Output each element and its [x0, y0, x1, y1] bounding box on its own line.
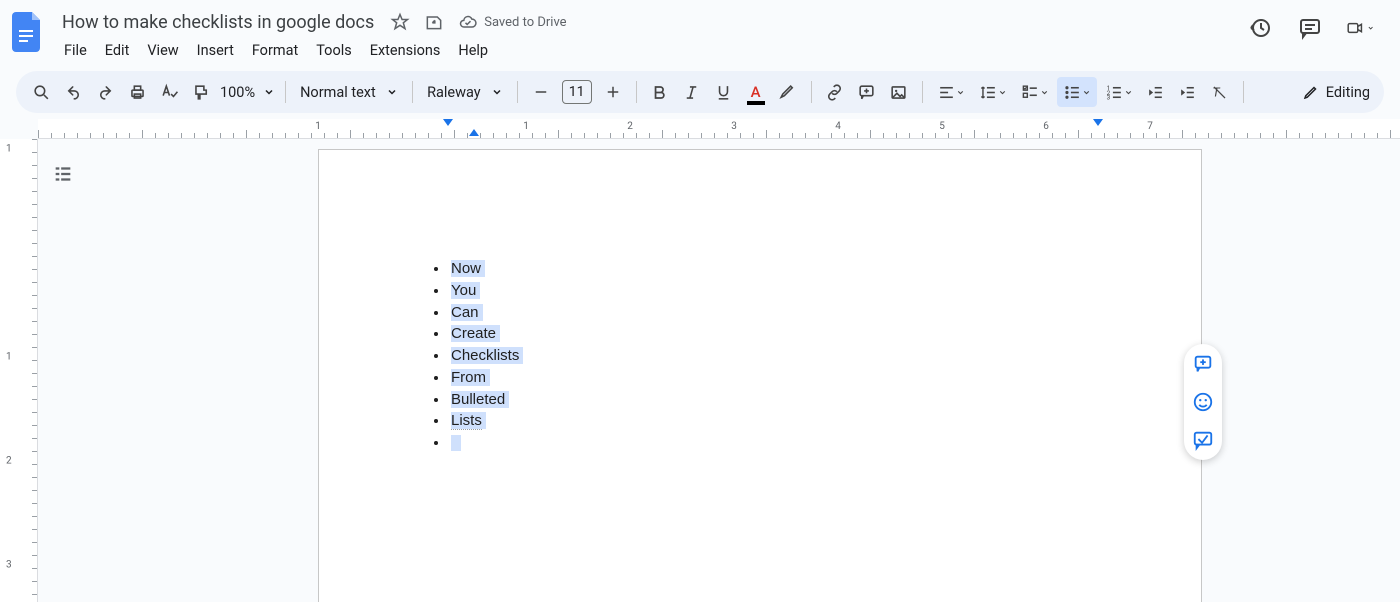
add-comment-button[interactable]: [852, 77, 882, 107]
emoji-reaction-icon[interactable]: [1191, 390, 1215, 414]
first-line-indent-marker[interactable]: [443, 119, 453, 126]
list-item[interactable]: From: [449, 367, 1105, 389]
font-family-dropdown[interactable]: Raleway: [421, 84, 509, 101]
history-icon[interactable]: [1246, 14, 1274, 42]
font-family-value: Raleway: [427, 84, 481, 101]
bulleted-list[interactable]: NowYouCanCreateChecklistsFromBulletedLis…: [449, 258, 1105, 454]
star-icon[interactable]: [390, 12, 410, 32]
menu-format[interactable]: Format: [244, 38, 306, 63]
menu-edit[interactable]: Edit: [97, 38, 138, 63]
print-button[interactable]: [122, 77, 152, 107]
undo-button[interactable]: [58, 77, 88, 107]
add-comment-icon[interactable]: [1191, 352, 1215, 376]
numbered-list-dropdown[interactable]: [1099, 77, 1139, 107]
editing-mode-dropdown[interactable]: Editing: [1302, 83, 1374, 101]
horizontal-ruler[interactable]: 11234567: [38, 119, 1400, 139]
menu-insert[interactable]: Insert: [189, 38, 242, 63]
bold-button[interactable]: [645, 77, 675, 107]
list-item[interactable]: Create: [449, 323, 1105, 345]
paragraph-style-dropdown[interactable]: Normal text: [294, 84, 404, 101]
paragraph-style-value: Normal text: [300, 84, 376, 101]
list-item[interactable]: You: [449, 280, 1105, 302]
bulleted-list-dropdown[interactable]: [1057, 77, 1097, 107]
comments-icon[interactable]: [1296, 14, 1324, 42]
document-page[interactable]: NowYouCanCreateChecklistsFromBulletedLis…: [318, 149, 1202, 602]
move-icon[interactable]: [424, 12, 444, 32]
insert-image-button[interactable]: [884, 77, 914, 107]
zoom-value: 100%: [220, 84, 255, 101]
menu-file[interactable]: File: [56, 38, 95, 63]
menu-extensions[interactable]: Extensions: [362, 38, 449, 63]
list-item[interactable]: Can: [449, 302, 1105, 324]
docs-logo[interactable]: [8, 12, 48, 52]
insert-link-button[interactable]: [820, 77, 850, 107]
toolbar: 100% Normal text Raleway 11 A: [16, 71, 1384, 113]
font-size-input[interactable]: 11: [562, 80, 592, 104]
increase-indent-button[interactable]: [1173, 77, 1203, 107]
spellcheck-button[interactable]: [154, 77, 184, 107]
saved-label: Saved to Drive: [484, 15, 566, 30]
line-spacing-dropdown[interactable]: [973, 77, 1013, 107]
menu-bar: File Edit View Insert Format Tools Exten…: [56, 38, 1238, 63]
suggest-edits-icon[interactable]: [1191, 428, 1215, 452]
document-title[interactable]: How to make checklists in google docs: [56, 10, 380, 35]
redo-button[interactable]: [90, 77, 120, 107]
vertical-ruler[interactable]: 1123: [0, 139, 38, 602]
decrease-indent-button[interactable]: [1141, 77, 1171, 107]
font-size-decrease[interactable]: [526, 77, 556, 107]
left-indent-marker[interactable]: [469, 129, 479, 136]
show-outline-button[interactable]: [48, 159, 78, 189]
highlight-button[interactable]: [773, 77, 803, 107]
zoom-dropdown[interactable]: 100%: [218, 84, 277, 101]
paint-format-button[interactable]: [186, 77, 216, 107]
italic-button[interactable]: [677, 77, 707, 107]
checklist-dropdown[interactable]: [1015, 77, 1055, 107]
cloud-status[interactable]: Saved to Drive: [458, 12, 566, 32]
list-item[interactable]: [449, 432, 1105, 454]
floating-comment-toolbar: [1184, 344, 1222, 460]
menu-tools[interactable]: Tools: [308, 38, 360, 63]
list-item[interactable]: Now: [449, 258, 1105, 280]
list-item[interactable]: Lists: [449, 410, 1105, 432]
search-button[interactable]: [26, 77, 56, 107]
align-dropdown[interactable]: [931, 77, 971, 107]
menu-help[interactable]: Help: [450, 38, 496, 63]
font-size-increase[interactable]: [598, 77, 628, 107]
meet-icon[interactable]: [1346, 14, 1374, 42]
clear-formatting-button[interactable]: [1205, 77, 1235, 107]
editing-mode-label: Editing: [1326, 84, 1370, 101]
underline-button[interactable]: [709, 77, 739, 107]
menu-view[interactable]: View: [139, 38, 186, 63]
list-item[interactable]: Checklists: [449, 345, 1105, 367]
text-color-button[interactable]: A: [741, 77, 771, 107]
list-item[interactable]: Bulleted: [449, 389, 1105, 411]
right-indent-marker[interactable]: [1093, 119, 1103, 126]
